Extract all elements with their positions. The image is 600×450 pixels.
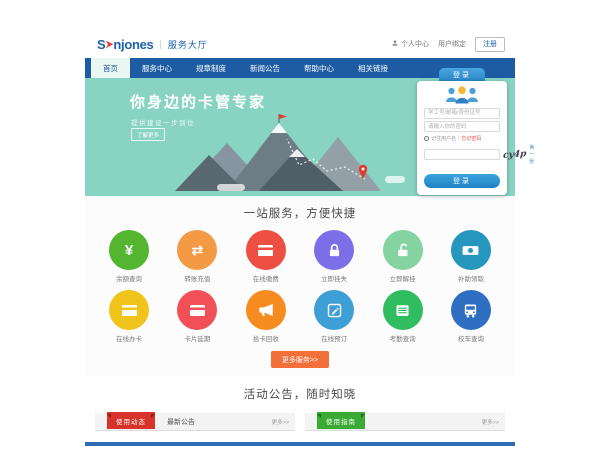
left-ribbon[interactable]: 使用动态: [107, 412, 155, 429]
services-section: 一站服务，方便快捷 ¥ 余额查询 ⇄ 转账充值 在线缴费 立即挂失 立即解挂 补助领取在线办卡…: [85, 196, 515, 376]
change-captcha-link[interactable]: 换一张: [529, 144, 534, 165]
login-form: 记住用户名 | 忘记密码 cy4p 换一张 登录: [417, 81, 507, 195]
register-button[interactable]: 注册: [475, 37, 505, 52]
users-group-icon: [424, 85, 500, 105]
banknote-icon: [451, 230, 491, 270]
service-label: 卡片延期: [184, 333, 210, 343]
login-tab[interactable]: 登录: [439, 68, 485, 81]
unlock-icon: [383, 230, 423, 270]
service-item-6[interactable]: 在线办卡: [98, 290, 160, 343]
nav-item-2[interactable]: 规章制度: [184, 58, 238, 78]
service-item-8[interactable]: 拾卡回收: [235, 290, 297, 343]
nav-item-0[interactable]: 首页: [91, 58, 130, 78]
cloud-shape: [385, 176, 405, 183]
hero-subtitle: 提供建设一步到位: [131, 117, 195, 127]
logo-divider: |: [159, 39, 161, 49]
captcha-image[interactable]: cy4p: [503, 149, 527, 161]
service-item-11[interactable]: 校车查询: [440, 290, 502, 343]
service-item-2[interactable]: 在线缴费: [235, 230, 297, 283]
services-grid: ¥ 余额查询 ⇄ 转账充值 在线缴费 立即挂失 立即解挂 补助领取在线办卡 卡片延期 拾卡回收 在线…: [85, 230, 515, 350]
portal-page: S njones | 服务大厅 个人中心 用户绑定 注册: [85, 30, 515, 418]
yen-icon: ¥: [109, 230, 149, 270]
service-item-5[interactable]: 补助领取: [440, 230, 502, 283]
footer-strip: [85, 442, 515, 446]
account-input[interactable]: [424, 108, 500, 119]
megaphone-icon: [246, 290, 286, 330]
service-label: 考勤查询: [390, 333, 416, 343]
nav-item-4[interactable]: 帮助中心: [292, 58, 346, 78]
logo[interactable]: S njones | 服务大厅: [97, 37, 208, 52]
service-label: 拾卡回收: [253, 333, 279, 343]
personal-center-link[interactable]: 个人中心: [391, 39, 429, 49]
hero-cta-button[interactable]: 了解更多: [131, 128, 165, 141]
logo-text-suffix: njones: [113, 37, 153, 52]
flag-icon: [279, 114, 287, 119]
service-label: 转账充值: [184, 273, 210, 283]
service-item-10[interactable]: 考勤查询: [372, 290, 434, 343]
left-more-link[interactable]: 更多>>: [272, 418, 289, 426]
service-item-3[interactable]: 立即挂失: [303, 230, 365, 283]
transfer-icon: ⇄: [177, 230, 217, 270]
card-icon: [109, 290, 149, 330]
service-item-4[interactable]: 立即解挂: [372, 230, 434, 283]
service-label: 补助领取: [458, 273, 484, 283]
latest-announcements-tab[interactable]: 最新公告: [167, 417, 195, 427]
captcha-row: cy4p 换一张: [424, 144, 500, 165]
edit-icon: [314, 290, 354, 330]
right-panel-bar: 使用指南 更多>>: [305, 413, 505, 431]
services-title: 一站服务，方便快捷: [85, 205, 515, 221]
service-item-9[interactable]: 在线预订: [303, 290, 365, 343]
user-binding-label: 用户绑定: [438, 39, 466, 49]
logo-text-prefix: S: [97, 37, 105, 52]
service-item-7[interactable]: 卡片延期: [166, 290, 228, 343]
site-name: 服务大厅: [168, 38, 208, 51]
service-label: 余额查询: [116, 273, 142, 283]
service-label: 在线办卡: [116, 333, 142, 343]
left-panel-bar: 使用动态 最新公告 更多>>: [95, 413, 295, 431]
password-input[interactable]: [424, 121, 500, 132]
forgot-password-link[interactable]: 忘记密码: [461, 135, 481, 142]
remember-row: 记住用户名 | 忘记密码: [424, 135, 500, 142]
mountains-illustration: [175, 111, 395, 196]
service-label: 在线缴费: [253, 273, 279, 283]
more-services-button[interactable]: 更多服务>>: [271, 351, 329, 368]
lock-icon: [314, 230, 354, 270]
login-panel: 登录 记住用户名 | 忘记密码: [417, 68, 507, 195]
personal-center-label: 个人中心: [401, 39, 429, 49]
service-item-1[interactable]: ⇄ 转账充值: [166, 230, 228, 283]
service-item-0[interactable]: ¥ 余额查询: [98, 230, 160, 283]
list-icon: [383, 290, 423, 330]
right-panel: 使用指南 更多>>: [305, 413, 505, 431]
user-icon: [391, 39, 399, 49]
right-ribbon[interactable]: 使用指南: [317, 412, 365, 429]
user-binding-link[interactable]: 用户绑定: [438, 39, 466, 49]
service-label: 立即解挂: [390, 273, 416, 283]
left-panel: 使用动态 最新公告 更多>>: [95, 413, 295, 431]
captcha-input[interactable]: [424, 149, 500, 160]
login-submit-button[interactable]: 登录: [424, 174, 500, 188]
card-icon: [246, 230, 286, 270]
divider: |: [458, 135, 459, 141]
announcements-section: 活动公告，随时知晓 使用动态 最新公告 更多>> 使用指南 更多>>: [85, 376, 515, 446]
nav-item-1[interactable]: 服务中心: [130, 58, 184, 78]
announcement-panels: 使用动态 最新公告 更多>> 使用指南 更多>>: [85, 413, 515, 431]
right-more-link[interactable]: 更多>>: [482, 418, 499, 426]
top-links: 个人中心 用户绑定 注册: [391, 37, 505, 52]
service-label: 校车查询: [458, 333, 484, 343]
nav-item-3[interactable]: 新闻公告: [238, 58, 292, 78]
service-label: 立即挂失: [321, 273, 347, 283]
service-label: 在线预订: [321, 333, 347, 343]
screenshot-canvas: S njones | 服务大厅 个人中心 用户绑定 注册: [0, 0, 600, 450]
card-icon: [177, 290, 217, 330]
bus-icon: [451, 290, 491, 330]
nav-item-5[interactable]: 相关链接: [346, 58, 400, 78]
top-bar: S njones | 服务大厅 个人中心 用户绑定 注册: [85, 30, 515, 58]
hero-title: 你身边的卡管专家: [130, 91, 266, 112]
remember-label: 记住用户名: [431, 135, 456, 142]
announcements-title: 活动公告，随时知晓: [85, 386, 515, 402]
remember-checkbox[interactable]: [424, 136, 429, 141]
cloud-shape: [217, 184, 245, 191]
